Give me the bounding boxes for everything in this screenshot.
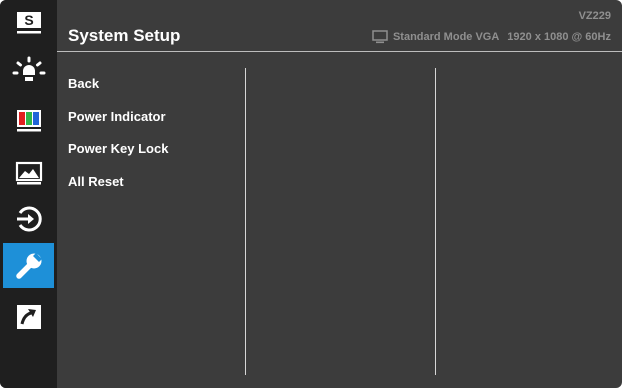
color-icon (16, 109, 41, 131)
sidebar-item-image[interactable] (3, 150, 54, 195)
monitor-icon (372, 30, 388, 44)
menu-item-power-key-lock[interactable]: Power Key Lock (68, 141, 168, 174)
menu-item-power-indicator[interactable]: Power Indicator (68, 109, 168, 142)
page-title: System Setup (68, 26, 181, 45)
menu-item-back[interactable]: Back (68, 76, 168, 109)
shortcut-icon (16, 304, 41, 329)
sidebar-item-input-select[interactable] (3, 196, 54, 241)
column-divider (435, 68, 436, 375)
model-name: VZ229 (578, 10, 611, 22)
osd-window: S System Setup VZ229 Standard Mode VGA 1… (0, 0, 622, 388)
sidebar: S (0, 0, 57, 388)
main-panel: System Setup VZ229 Standard Mode VGA 192… (57, 0, 622, 388)
sidebar-item-color[interactable] (3, 98, 54, 143)
column-divider (245, 68, 246, 375)
resolution-label: 1920 x 1080 @ 60Hz (507, 31, 611, 43)
svg-text:S: S (24, 12, 33, 28)
brightness-icon (12, 56, 45, 81)
sidebar-item-shortcut[interactable] (3, 294, 54, 339)
mode-info: Standard Mode VGA 1920 x 1080 @ 60Hz (372, 30, 611, 44)
sidebar-item-splendid[interactable]: S (3, 0, 54, 45)
image-icon (15, 161, 42, 184)
header-divider (57, 51, 622, 52)
system-setup-menu: Back Power Indicator Power Key Lock All … (68, 76, 168, 206)
sidebar-item-brightness[interactable] (3, 50, 54, 95)
sidebar-item-system-setup[interactable] (3, 243, 54, 288)
mode-label: Standard Mode VGA (392, 31, 500, 43)
menu-item-all-reset[interactable]: All Reset (68, 174, 168, 207)
wrench-icon (15, 252, 42, 279)
splendid-icon: S (16, 11, 41, 33)
input-select-icon (16, 206, 42, 231)
